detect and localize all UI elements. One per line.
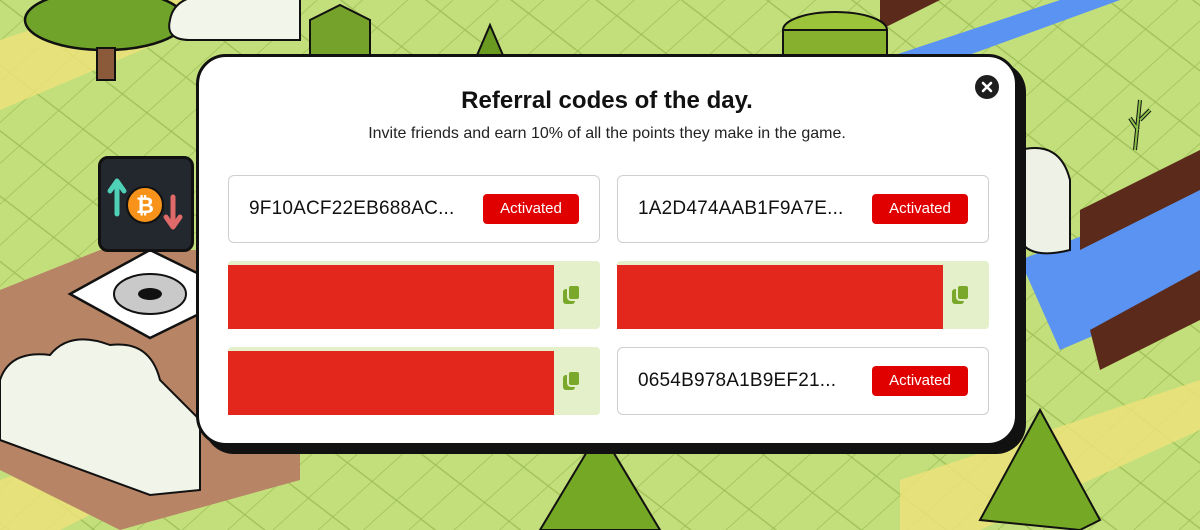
crypto-exchange-button[interactable]: ₿ (98, 156, 194, 252)
copy-button[interactable] (558, 367, 586, 395)
copy-icon (563, 370, 581, 390)
referral-code-card: 0654B978A1B9EF21... Activated (617, 347, 989, 415)
redacted-code (228, 351, 554, 415)
copy-icon (563, 284, 581, 304)
referral-code-card: 1A2D474AAB1F9A7E... Activated (617, 175, 989, 243)
svg-text:₿: ₿ (136, 194, 154, 219)
bitcoin-exchange-icon: ₿ (107, 178, 183, 230)
referral-code-text: 9F10ACF22EB688AC... (249, 198, 455, 219)
redacted-code (228, 265, 554, 329)
status-badge-activated: Activated (872, 194, 968, 224)
referral-code-text: 1A2D474AAB1F9A7E... (638, 198, 844, 219)
referral-codes-modal: Referral codes of the day. Invite friend… (196, 54, 1018, 446)
referral-code-text: 0654B978A1B9EF21... (638, 370, 837, 391)
redacted-code (617, 265, 943, 329)
copy-icon (952, 284, 970, 304)
status-badge-activated: Activated (872, 366, 968, 396)
available-referral-code-card (617, 261, 989, 329)
copy-button[interactable] (947, 281, 975, 309)
referral-code-card: 9F10ACF22EB688AC... Activated (228, 175, 600, 243)
status-badge-activated: Activated (483, 194, 579, 224)
available-referral-code-card (228, 347, 600, 415)
copy-button[interactable] (558, 281, 586, 309)
modal-title: Referral codes of the day. (461, 87, 753, 114)
available-referral-code-card (228, 261, 600, 329)
modal-subtitle: Invite friends and earn 10% of all the p… (368, 125, 846, 142)
